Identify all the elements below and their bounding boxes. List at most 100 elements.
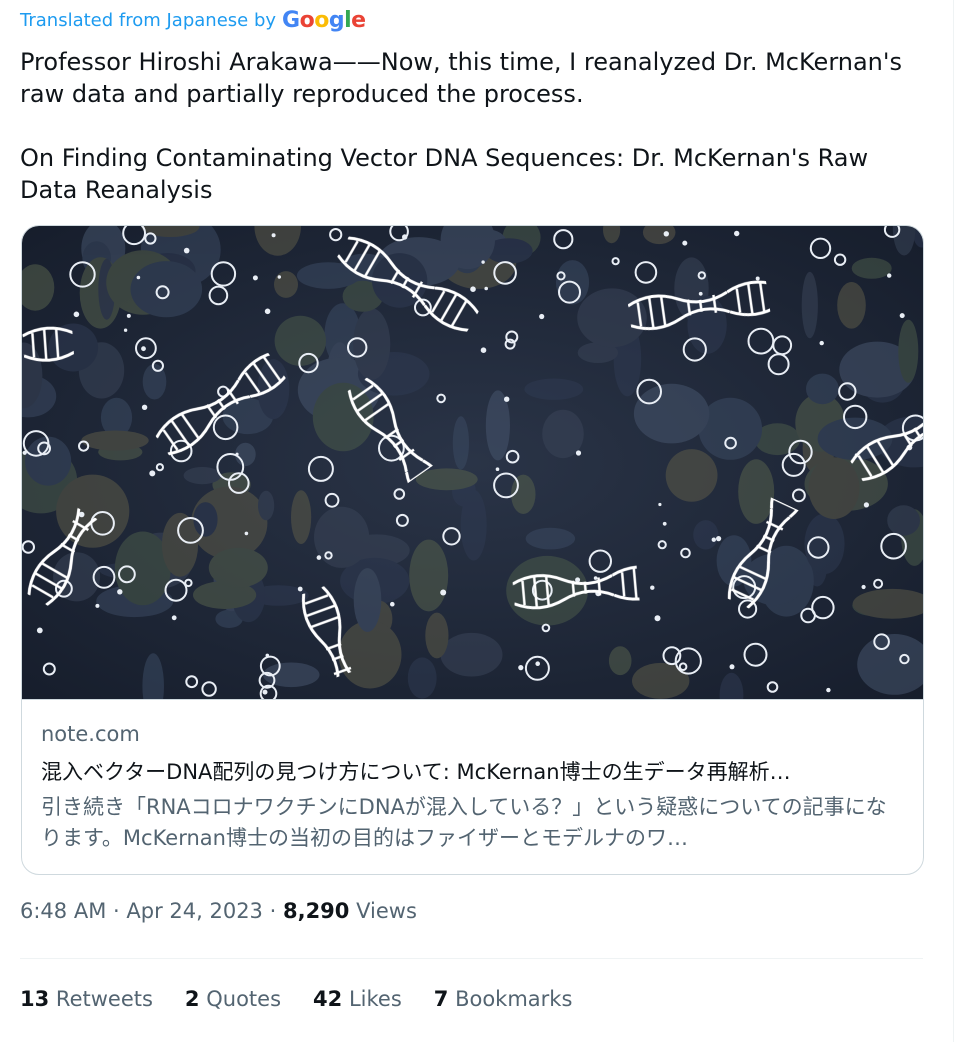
speck	[899, 313, 905, 319]
texture-blob	[808, 457, 860, 519]
texture-blob	[291, 490, 312, 544]
speck	[826, 687, 831, 693]
speck	[819, 340, 824, 346]
speck	[654, 615, 661, 622]
speck	[73, 311, 80, 318]
speck	[440, 589, 447, 596]
speck	[504, 396, 510, 402]
speck	[861, 584, 866, 590]
card-domain: note.com	[41, 722, 140, 746]
speck	[535, 661, 540, 666]
speck	[117, 589, 123, 595]
texture-blob	[183, 467, 221, 485]
speck	[734, 230, 740, 237]
dna-helix	[22, 324, 75, 364]
speck	[136, 275, 141, 280]
speck	[252, 275, 258, 281]
speck	[481, 260, 485, 264]
speck	[183, 247, 190, 254]
speck	[126, 313, 131, 318]
texture-blob	[665, 449, 718, 502]
texture-blob	[353, 568, 382, 632]
quotes-stat[interactable]: 2 Quotes	[185, 987, 281, 1011]
speck	[662, 521, 667, 526]
google-logo: Google	[282, 8, 366, 33]
speck	[277, 275, 281, 279]
speck	[297, 586, 303, 592]
speck	[265, 653, 270, 658]
link-card[interactable]: note.com 混入ベクターDNA配列の見つけ方について: McKernan博…	[21, 225, 924, 875]
speck	[141, 346, 146, 352]
speck	[235, 452, 239, 456]
divider	[20, 958, 923, 959]
speck	[244, 531, 249, 536]
speck	[470, 286, 476, 292]
texture-blob	[353, 308, 391, 380]
speck	[518, 665, 524, 671]
speck	[575, 450, 582, 456]
meta-separator: ·	[113, 899, 120, 923]
texture-blob	[887, 505, 920, 536]
speck	[123, 328, 128, 332]
tweet-meta: 6:48 AM · Apr 24, 2023 · 8,290 Views	[20, 899, 417, 923]
texture-blob	[407, 657, 437, 699]
tweet-time[interactable]: 6:48 AM	[20, 899, 106, 923]
speck	[262, 689, 268, 695]
speck	[682, 240, 688, 246]
texture-blob	[81, 430, 149, 451]
meta-separator: ·	[269, 899, 277, 923]
texture-blob	[460, 489, 487, 561]
retweets-stat[interactable]: 13 Retweets	[20, 987, 153, 1011]
translation-label: Translated from Japanese by	[20, 10, 277, 31]
views-label: Views	[356, 899, 417, 923]
speck	[22, 450, 27, 455]
texture-blob	[415, 468, 478, 491]
texture-blob	[452, 416, 469, 470]
speck	[149, 470, 156, 477]
card-title[interactable]: 混入ベクターDNA配列の見つけ方について: McKernan博士の生データ再解析…	[41, 756, 901, 786]
tweet-paragraph: On Finding Contaminating Vector DNA Sequ…	[20, 144, 869, 204]
speck	[716, 536, 722, 542]
texture-blob	[274, 271, 298, 298]
speck	[484, 286, 489, 291]
speck	[171, 615, 177, 621]
speck	[863, 502, 870, 508]
tweet-paragraph: Professor Hiroshi Arakawa——Now, this tim…	[20, 48, 902, 108]
texture-blob	[804, 513, 845, 574]
translation-notice[interactable]: Translated from Japanese by Google	[20, 8, 366, 33]
likes-stat[interactable]: 42 Likes	[313, 987, 402, 1011]
texture-blob	[851, 257, 892, 279]
speck	[539, 313, 545, 320]
speck	[663, 231, 669, 237]
speck	[402, 234, 408, 240]
speck	[887, 273, 892, 278]
texture-blob	[898, 319, 919, 383]
texture-blob	[837, 282, 866, 329]
engagement-stats: 13 Retweets 2 Quotes 42 Likes 7 Bookmark…	[20, 987, 572, 1011]
card-body[interactable]: note.com 混入ベクターDNA配列の見つけ方について: McKernan博…	[22, 699, 923, 874]
speck	[271, 233, 276, 238]
speck	[480, 347, 487, 353]
speck	[141, 404, 148, 410]
texture-blob	[425, 612, 449, 659]
speck	[390, 601, 395, 607]
speck	[36, 627, 43, 634]
tweet-date[interactable]: Apr 24, 2023	[126, 899, 263, 923]
texture-blob	[608, 646, 632, 676]
texture-blob	[258, 490, 275, 521]
speck	[95, 603, 100, 608]
speck	[495, 467, 500, 471]
texture-blob	[525, 527, 576, 550]
texture-blob	[524, 378, 584, 400]
speck	[711, 537, 716, 542]
bookmarks-stat[interactable]: 7 Bookmarks	[434, 987, 573, 1011]
texture-blob	[208, 547, 268, 588]
texture-blob	[806, 373, 839, 405]
texture-blob	[130, 261, 203, 318]
texture-blob	[314, 506, 370, 568]
card-description: 引き続き「RNAコロナワクチンにDNAが混入している？」という疑惑についての記事…	[41, 795, 887, 850]
texture-blob	[801, 271, 818, 339]
texture-blob	[409, 539, 449, 612]
texture-blob	[633, 383, 710, 444]
card-image[interactable]	[22, 226, 923, 699]
